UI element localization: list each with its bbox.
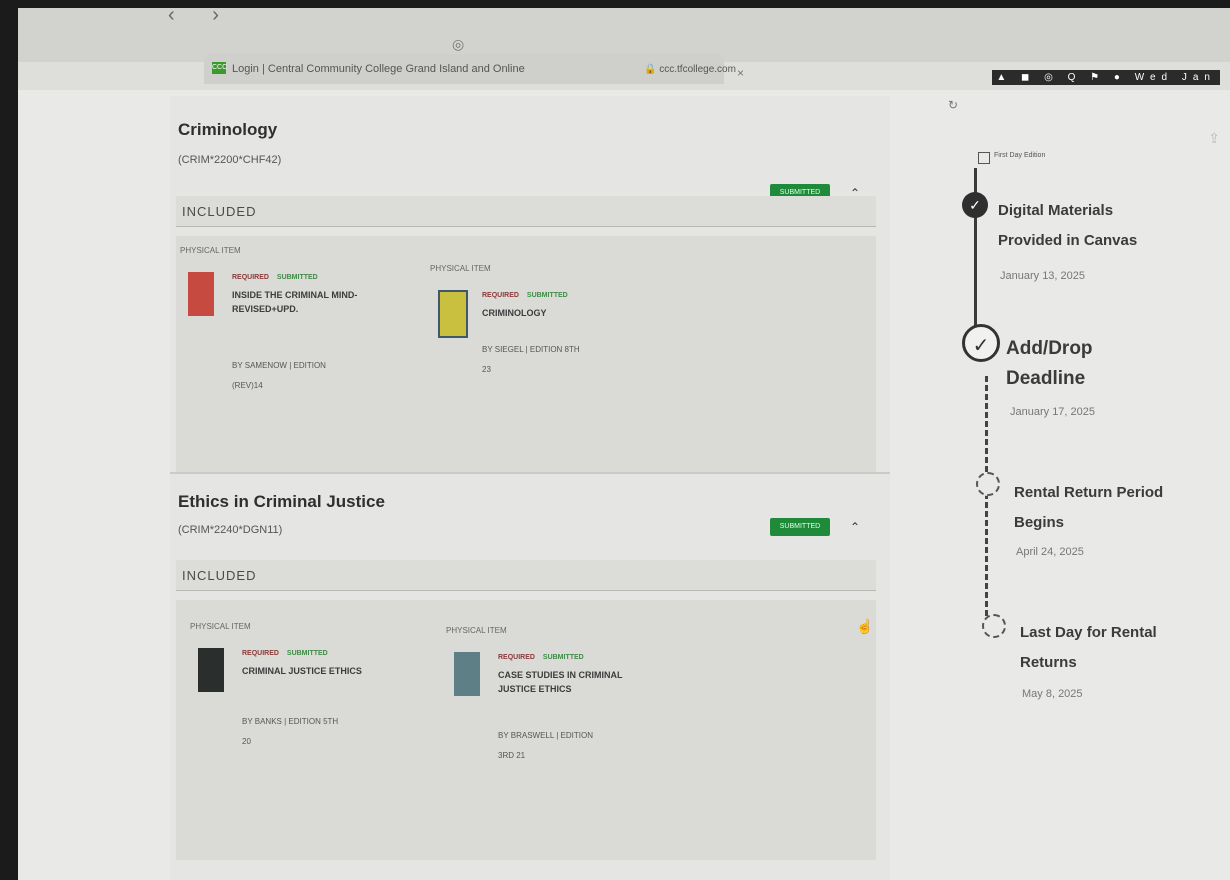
course-title: Criminology: [178, 120, 278, 139]
list-item[interactable]: PHYSICAL ITEM REQUIRED SUBMITTED CRIMINA…: [190, 622, 450, 822]
required-badge: REQUIRED: [242, 650, 279, 657]
items-panel: PHYSICAL ITEM REQUIRED SUBMITTED CRIMINA…: [176, 600, 876, 860]
item-title: CASE STUDIES IN CRIMINAL JUSTICE ETHICS: [498, 670, 623, 694]
item-edition-year: 20: [242, 737, 251, 746]
chevron-up-icon[interactable]: ⌃: [850, 520, 860, 534]
cursor-icon: ☝: [856, 618, 874, 634]
timeline-dashed-line: [985, 376, 988, 616]
submitted-badge: SUBMITTED: [526, 292, 568, 299]
timeline-event-title: Last Day for Rental Returns: [1020, 624, 1157, 671]
timeline-event-date: May 8, 2025: [1022, 688, 1083, 700]
timeline-event-title: Add/Drop Deadline: [1006, 338, 1093, 389]
item-edition-year: (REV)14: [232, 381, 263, 390]
screen: ‹ › ◎ CCC Login | Central Community Coll…: [18, 8, 1230, 880]
items-panel: PHYSICAL ITEM REQUIRED SUBMITTED INSIDE …: [176, 236, 876, 472]
timeline-event-title: Digital Materials Provided in Canvas: [998, 202, 1138, 249]
course-code: (CRIM*2200*CHF42): [178, 154, 282, 166]
timeline-event-date: April 24, 2025: [1016, 546, 1084, 558]
status-badges: REQUIRED SUBMITTED: [242, 650, 328, 657]
included-label: INCLUDED: [182, 568, 257, 583]
book-cover-image: [198, 648, 224, 692]
item-title: CRIMINAL JUSTICE ETHICS: [242, 666, 362, 676]
required-badge: REQUIRED: [232, 274, 269, 281]
close-icon[interactable]: ×: [737, 66, 744, 80]
submitted-badge: SUBMITTED: [542, 654, 584, 661]
included-label: INCLUDED: [182, 204, 257, 219]
divider: [170, 472, 890, 474]
calendar-icon: [978, 152, 990, 164]
tab-title: Login | Central Community College Grand …: [232, 63, 525, 75]
course-code: (CRIM*2240*DGN11): [178, 524, 283, 536]
timeline-event-date: January 17, 2025: [1010, 406, 1096, 418]
status-badges: REQUIRED SUBMITTED: [498, 654, 584, 661]
favicon-icon: CCC: [212, 62, 227, 74]
list-item[interactable]: PHYSICAL ITEM REQUIRED SUBMITTED CASE ST…: [446, 626, 706, 826]
course-title: Ethics in Criminal Justice: [178, 492, 385, 511]
reload-icon[interactable]: ↻: [948, 98, 958, 112]
book-cover-image: [454, 652, 480, 696]
required-badge: REQUIRED: [482, 292, 519, 299]
status-badge: SUBMITTED: [770, 518, 830, 536]
item-title: CRIMINOLOGY: [482, 308, 547, 318]
item-type: PHYSICAL ITEM: [180, 246, 241, 255]
list-item[interactable]: PHYSICAL ITEM REQUIRED SUBMITTED INSIDE …: [180, 246, 440, 446]
check-circle-icon: ✓: [962, 324, 1000, 362]
item-title: INSIDE THE CRIMINAL MIND-REVISED+UPD.: [232, 290, 358, 314]
included-header: INCLUDED: [176, 196, 876, 227]
pending-circle-icon: [982, 614, 1006, 638]
item-edition-year: 3RD 21: [498, 751, 526, 760]
book-cover-image: [188, 272, 214, 316]
status-badges: REQUIRED SUBMITTED: [232, 274, 318, 281]
lightbulb-icon[interactable]: ◎: [452, 36, 464, 53]
timeline: First Day Edition ✓ Digital Materials Pr…: [948, 138, 1230, 878]
nav-arrows[interactable]: ‹ ›: [168, 8, 235, 27]
item-author-edition: BY SIEGEL | EDITION 8TH: [482, 345, 580, 354]
submitted-badge: SUBMITTED: [286, 650, 328, 657]
book-cover-image: [438, 290, 468, 338]
list-item[interactable]: PHYSICAL ITEM REQUIRED SUBMITTED CRIMINO…: [430, 264, 690, 464]
item-edition-year: 23: [482, 365, 491, 374]
address-bar[interactable]: 🔒 ccc.tfcollege.com: [644, 64, 736, 75]
item-author-edition: BY BRASWELL | EDITION: [498, 731, 593, 740]
item-type: PHYSICAL ITEM: [446, 626, 507, 635]
system-tray: ▲ ◼ ◎ Q ⚑ ● Wed Jan: [992, 70, 1220, 85]
pending-circle-icon: [976, 472, 1000, 496]
item-author-edition: BY BANKS | EDITION 5TH: [242, 717, 339, 726]
item-type: PHYSICAL ITEM: [190, 622, 251, 631]
item-author-edition: BY SAMENOW | EDITION: [232, 361, 326, 370]
required-badge: REQUIRED: [498, 654, 535, 661]
timeline-event-title: Rental Return Period Begins: [1014, 484, 1164, 531]
item-type: PHYSICAL ITEM: [430, 264, 491, 273]
check-icon: ✓: [962, 192, 988, 218]
included-header: INCLUDED: [176, 560, 876, 591]
status-badges: REQUIRED SUBMITTED: [482, 292, 568, 299]
timeline-header: First Day Edition: [994, 152, 1046, 159]
submitted-badge: SUBMITTED: [276, 274, 318, 281]
main-content: Criminology (CRIM*2200*CHF42) SUBMITTED …: [170, 96, 890, 880]
timeline-event-date: January 13, 2025: [1000, 270, 1086, 282]
